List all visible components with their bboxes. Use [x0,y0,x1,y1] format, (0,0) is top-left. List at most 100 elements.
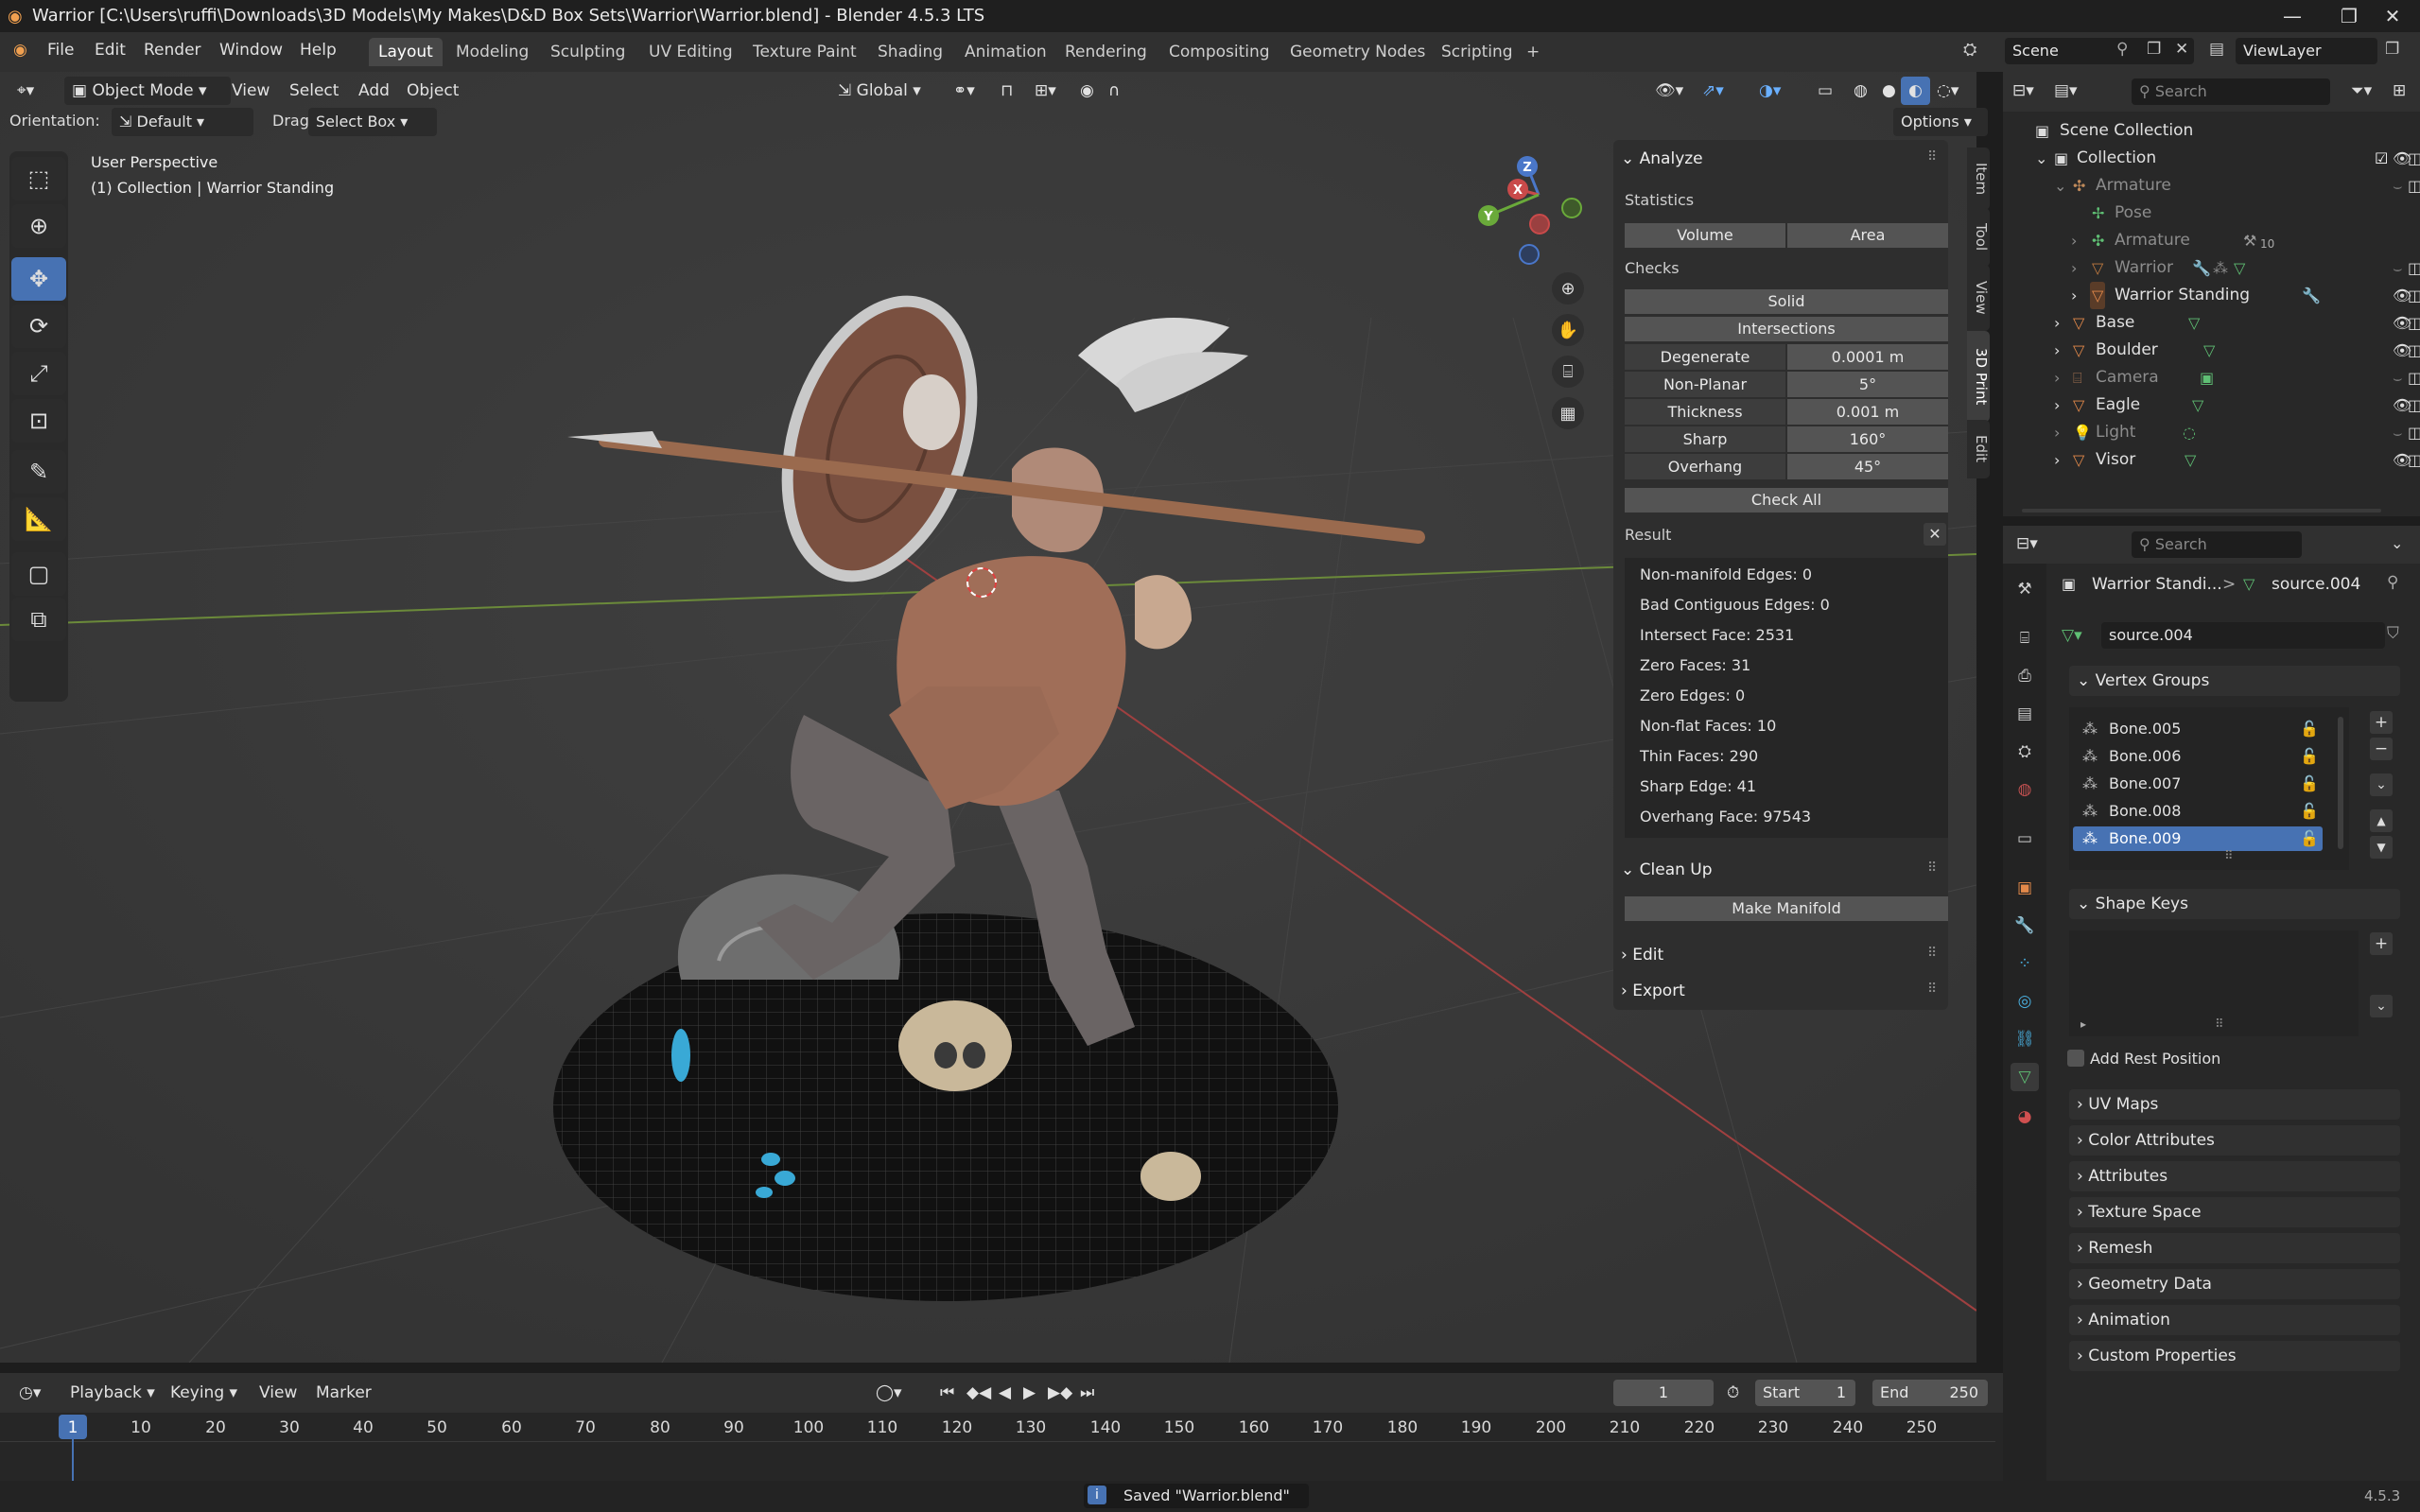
render-camera-icon[interactable]: ◫ [2408,145,2420,172]
vertex-group-row[interactable]: ⁂ Bone.005 🔓 [2073,717,2323,741]
options-dropdown[interactable]: Options ▾ [1893,108,1988,136]
rendered-shading-icon[interactable]: ◌▾ [1929,77,1966,105]
attributes-header[interactable]: › Attributes [2069,1161,2400,1191]
lock-icon[interactable]: 🔓 [2300,799,2319,824]
drag-handle-icon[interactable]: ⠿ [1927,860,1937,876]
mesh-data-icon[interactable]: ▽▾ [2062,626,2082,645]
menu-window[interactable]: Window [219,41,283,60]
menu-edit[interactable]: Edit [95,41,126,60]
gizmo-toggle-icon[interactable]: ⇗▾ [1695,77,1732,105]
workspace-tab-sculpting[interactable]: Sculpting [541,38,635,66]
viewport-menu-add[interactable]: Add [351,77,397,105]
properties-editor-icon[interactable]: ⊟▾ [2016,534,2038,553]
viewport-menu-view[interactable]: View [224,77,277,105]
render-camera-icon[interactable]: ◫ [2408,337,2420,364]
select-box-tool-icon[interactable]: ⬚ [11,157,66,200]
mesh-name-field[interactable]: source.004 [2101,622,2385,649]
eye-hidden-icon[interactable]: ⌣ [2393,172,2403,200]
overlay-toggle-icon[interactable]: ◑▾ [1751,77,1788,105]
viewport-menu-object[interactable]: Object [399,77,466,105]
camera-view-icon[interactable]: ⌸ [1552,356,1584,388]
new-collection-icon[interactable]: ⊞ [2393,81,2406,100]
solid-button[interactable]: Solid [1625,289,1948,314]
sharp-value-field[interactable]: 160° [1787,426,1948,452]
measure-tool-icon[interactable]: 📐 [11,497,66,541]
orientation-dropdown[interactable]: ⇲ Default ▾ [112,108,253,136]
proportional-edit-icon[interactable]: ◉ [1072,77,1102,105]
visibility-icon[interactable]: 👁▾ [1647,77,1691,105]
mesh-data-tab-icon[interactable]: ▽ [2011,1063,2039,1091]
add-shape-key-button[interactable]: + [2370,932,2393,955]
add-object-tool-icon[interactable]: ⧉ [11,598,66,641]
render-camera-icon[interactable]: ◫ [2408,254,2420,282]
auto-keying-icon[interactable]: ◯▾ [868,1379,910,1407]
scene-tab-icon[interactable]: ⛭ [2011,738,2039,766]
sharp-check-button[interactable]: Sharp [1625,426,1785,452]
workspace-tab-scripting[interactable]: Scripting [1432,38,1523,66]
start-frame-field[interactable]: Start 1 [1755,1380,1855,1406]
solid-shading-icon[interactable]: ● [1874,77,1904,105]
modifier-tab-icon[interactable]: 🔧 [2011,912,2039,940]
filter-icon[interactable]: ⏷▾ [2351,81,2372,100]
outliner-row-light[interactable]: › 💡 Light ◌ ⌣ ◫ [2003,419,2420,446]
outliner-row-boulder[interactable]: › ▽ Boulder ▽ 👁 ◫ [2003,337,2420,364]
add-vertex-group-button[interactable]: + [2370,711,2393,734]
drag-dropdown[interactable]: Select Box ▾ [308,108,437,136]
world-tab-icon[interactable]: ◍ [2011,775,2039,804]
wireframe-shading-icon[interactable]: ◍ [1846,77,1875,105]
play-icon[interactable]: ▶ [1016,1379,1043,1407]
outliner-row-armature[interactable]: ⌄ ✣ Armature ⌣ ◫ [2003,172,2420,200]
pin-icon[interactable]: ⚲ [2116,40,2128,59]
snap-target-icon[interactable]: ⊞▾ [1027,77,1064,105]
menu-file[interactable]: File [47,41,74,60]
intersections-button[interactable]: Intersections [1625,317,1948,341]
overhang-check-button[interactable]: Overhang [1625,454,1785,479]
editor-type-icon[interactable]: ⌖▾ [9,77,42,105]
render-tab-icon[interactable]: ⌸ [2011,624,2039,652]
outliner-row-eagle[interactable]: › ▽ Eagle ▽ 👁 ◫ [2003,391,2420,419]
degenerate-value-field[interactable]: 0.0001 m [1787,344,1948,370]
make-manifold-button[interactable]: Make Manifold [1625,896,1948,921]
keying-menu[interactable]: Keying ▾ [163,1379,245,1407]
snap-icon[interactable]: ⊓ [993,77,1020,105]
non-planar-check-button[interactable]: Non-Planar [1625,372,1785,397]
output-tab-icon[interactable]: ⎙ [2011,662,2039,690]
workspace-tab-uv-editing[interactable]: UV Editing [639,38,742,66]
render-camera-icon[interactable]: ◫ [2408,282,2420,309]
display-mode-icon[interactable]: ▤▾ [2054,81,2078,100]
render-camera-icon[interactable]: ◫ [2408,172,2420,200]
workspace-tab-shading[interactable]: Shading [868,38,952,66]
vertex-groups-scrollbar[interactable] [2338,717,2343,849]
current-frame-field[interactable]: 1 [1613,1380,1714,1406]
eye-hidden-icon[interactable]: ⌣ [2393,254,2403,282]
clean-up-header[interactable]: ⌄ Clean Up [1621,860,1713,879]
annotate-tool-icon[interactable]: ✎ [11,450,66,494]
fake-user-shield-icon[interactable]: ⛉ [2387,624,2399,643]
lock-icon[interactable]: 🔓 [2300,772,2319,796]
xray-icon[interactable]: ▭ [1810,77,1840,105]
eye-hidden-icon[interactable]: ⌣ [2393,419,2403,446]
tab-edit[interactable]: Edit [1967,420,1990,478]
vertex-group-row[interactable]: ⁂ Bone.007 🔓 [2073,772,2323,796]
render-camera-icon[interactable]: ◫ [2408,309,2420,337]
object-tab-icon[interactable]: ▣ [2011,874,2039,902]
workspace-tab-rendering[interactable]: Rendering [1055,38,1157,66]
constraints-tab-icon[interactable]: ⛓ [2011,1025,2039,1053]
eye-hidden-icon[interactable]: ⌣ [2393,364,2403,391]
list-resize-handle-icon[interactable]: ⠿ [2215,1017,2224,1032]
checkbox-icon[interactable]: ☑ [2375,145,2388,172]
workspace-tab-layout[interactable]: Layout [369,38,443,66]
outliner-row-armature-data[interactable]: › ✣ Armature ⚒ 10 [2003,227,2420,254]
expand-triangle-icon[interactable]: ▸ [2081,1017,2086,1031]
move-down-icon[interactable]: ▼ [2370,836,2393,859]
scale-tool-icon[interactable]: ⤢ [11,352,66,395]
tab-3d-print[interactable]: 3D Print [1967,331,1990,422]
check-all-button[interactable]: Check All [1625,488,1948,513]
collection-tab-icon[interactable]: ▭ [2011,825,2039,853]
add-cube-tool-icon[interactable]: ▢ [11,552,66,596]
render-camera-icon[interactable]: ◫ [2408,391,2420,419]
uv-maps-header[interactable]: › UV Maps [2069,1089,2400,1120]
analyze-header[interactable]: ⌄ Analyze [1621,149,1703,168]
timeline-view-menu[interactable]: View [252,1379,305,1407]
rotate-tool-icon[interactable]: ⟳ [11,304,66,348]
